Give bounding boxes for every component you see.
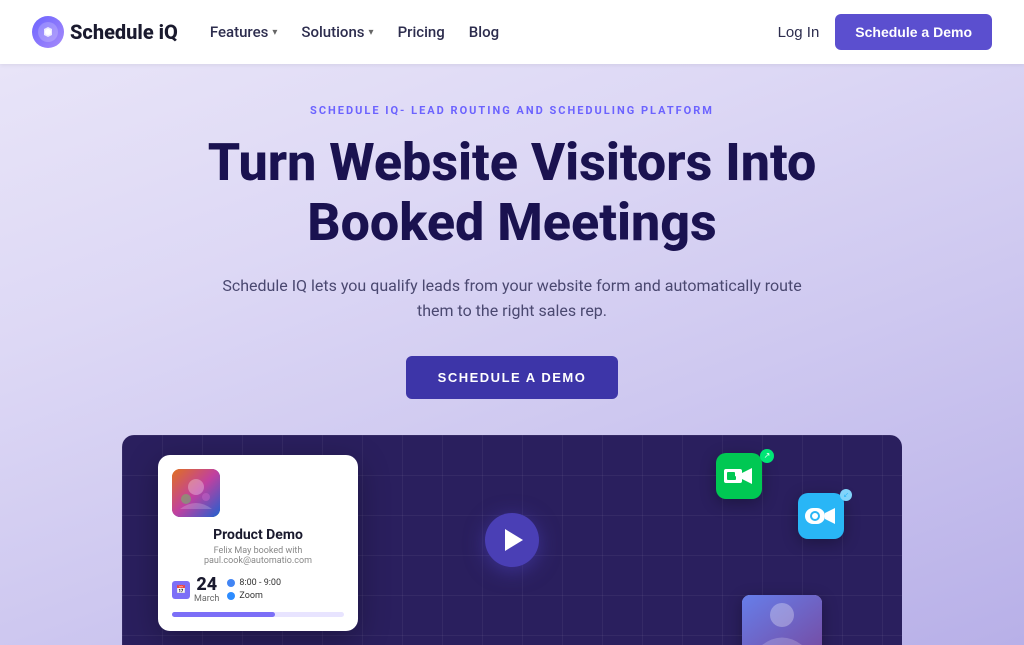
meeting-title: Product Demo [172, 527, 344, 543]
time-dot-icon [227, 579, 235, 587]
navbar-right: Log In Schedule a Demo [778, 14, 992, 50]
nav-solutions[interactable]: Solutions ▾ [301, 23, 373, 41]
hero-title-line1: Turn Website Visitors Into [208, 132, 817, 193]
meeting-progress-fill [172, 612, 275, 617]
hero-cta-button[interactable]: SCHEDULE A DEMO [406, 356, 619, 399]
logo-text: Schedule iQ [70, 20, 178, 44]
time-row: 8:00 - 9:00 [227, 578, 281, 588]
login-button[interactable]: Log In [778, 24, 820, 41]
zoom-arrow-icon: ↙ [840, 489, 852, 501]
date-month: March [194, 594, 219, 604]
nav-blog[interactable]: Blog [469, 23, 499, 41]
hero-title-line2: Booked Meetings [307, 192, 717, 253]
logo-icon [32, 16, 64, 48]
zoom-icon [798, 493, 844, 539]
schedule-demo-button[interactable]: Schedule a Demo [835, 14, 992, 50]
meeting-progress-bar [172, 612, 344, 617]
hero-preview: Product Demo Felix May booked with paul.… [122, 435, 902, 645]
bottom-card [742, 595, 822, 645]
hero-section: Schedule IQ- Lead Routing and Scheduling… [0, 64, 1024, 645]
play-button[interactable] [485, 513, 539, 567]
bottom-card-inner [742, 595, 822, 645]
meeting-date: 📅 24 March [172, 576, 219, 604]
navbar: Schedule iQ Features ▾ Solutions ▾ Prici… [0, 0, 1024, 64]
hero-badge: Schedule IQ- Lead Routing and Scheduling… [310, 104, 714, 117]
navbar-left: Schedule iQ Features ▾ Solutions ▾ Prici… [32, 16, 499, 48]
meeting-card: Product Demo Felix May booked with paul.… [158, 455, 358, 631]
google-meet-icon [716, 453, 762, 499]
meeting-subtitle: Felix May booked with paul.cook@automati… [172, 546, 344, 566]
calendar-icon: 📅 [172, 581, 190, 599]
zoom-dot-icon [227, 592, 235, 600]
nav-pricing[interactable]: Pricing [398, 23, 445, 41]
chevron-down-icon: ▾ [272, 27, 277, 38]
meeting-time-zoom: 8:00 - 9:00 Zoom [227, 578, 281, 601]
chevron-down-icon: ▾ [369, 27, 374, 38]
play-icon [505, 529, 523, 551]
avatar [172, 469, 220, 517]
hero-title: Turn Website Visitors Into Booked Meetin… [208, 133, 817, 253]
meeting-info: 📅 24 March 8:00 - 9:00 Zoom [172, 576, 344, 604]
zoom-row: Zoom [227, 591, 281, 601]
date-number: 24 [194, 576, 219, 594]
gmeet-arrow-icon: ↗ [760, 449, 774, 463]
nav-features[interactable]: Features ▾ [210, 23, 278, 41]
hero-subtitle: Schedule IQ lets you qualify leads from … [212, 273, 812, 324]
logo[interactable]: Schedule iQ [32, 16, 178, 48]
nav-menu: Features ▾ Solutions ▾ Pricing Blog [210, 23, 499, 41]
